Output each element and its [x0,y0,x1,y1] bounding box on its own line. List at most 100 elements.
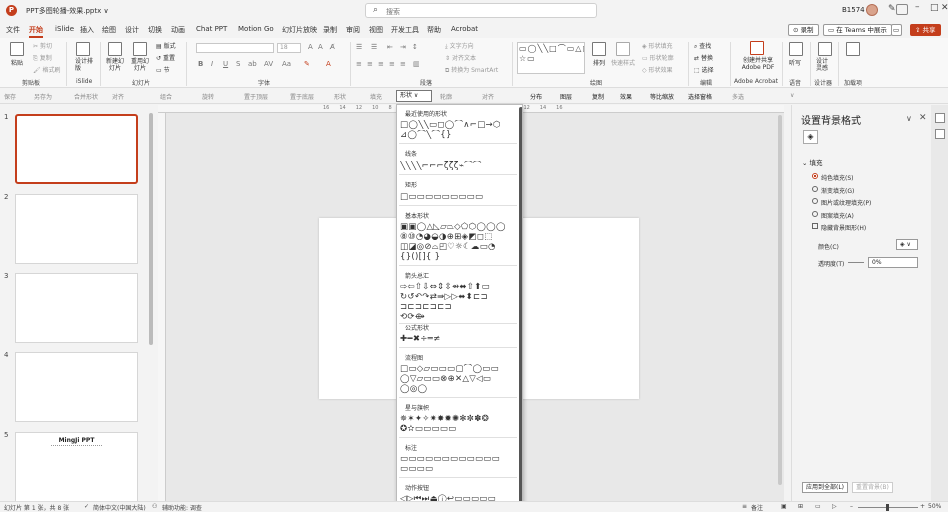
close-icon[interactable]: ✕ [919,113,927,123]
new-slide-icon[interactable] [108,42,122,56]
pen-icon[interactable]: ✎ [888,4,896,14]
font-color-icon[interactable]: A [326,60,331,68]
picture-fill-option[interactable]: 图片或纹理填充(P) [812,198,871,207]
notes-button[interactable]: 备注 [751,503,763,512]
shape-row[interactable]: ⊿◯⌒╲⌒{} [400,130,517,140]
design-layout-icon[interactable] [76,42,90,56]
shape-row[interactable]: {}()[]{ } [400,252,517,262]
shape-outline-button[interactable]: ▭ 形状轮廓 [642,53,674,62]
reading-view-icon[interactable]: ▭ [815,503,821,510]
slide-sorter-icon[interactable]: ⊞ [798,503,803,510]
quick-tool[interactable]: 置于顶层 [244,92,268,101]
bullets-icon[interactable]: ☰ [356,43,362,51]
section-button[interactable]: ▭ 节 [156,65,170,74]
shapes-dropdown-button[interactable]: 形状 ∨ [396,90,432,102]
shape-row[interactable]: ◯◎◯ [400,384,517,394]
char-spacing-icon[interactable]: AV [264,60,273,68]
shadow-icon[interactable]: S [236,60,240,68]
quick-tool[interactable]: 多选 [732,92,744,101]
change-case-icon[interactable]: Aa [282,60,291,68]
shape-row[interactable]: ⊐⊏⊐⊏⊐⊏⊐ [400,302,517,312]
hide-bg-graphics-checkbox[interactable]: 隐藏背景图形(H) [812,223,866,232]
zoom-level[interactable]: 50% [928,503,941,510]
replace-button[interactable]: ⇄ 替换 [694,53,713,62]
shape-row[interactable]: ⑧⑩◔◕◒◑⊕⊞◈◩◻⬚ [400,232,517,242]
smartart-button[interactable]: ⧉ 转换为 SmartArt [445,65,498,75]
tab-acrobat[interactable]: Acrobat [451,25,478,33]
color-picker-button[interactable]: ◈ ∨ [896,239,918,250]
align-left-icon[interactable]: ≡ [356,60,362,68]
tab-help[interactable]: 帮助 [427,25,441,35]
align-center-icon[interactable]: ≡ [367,60,373,68]
new-slide-label[interactable]: 新建幻灯片 [104,58,126,72]
tab-animations[interactable]: 动画 [171,25,185,35]
spellcheck-icon[interactable]: ✓ [84,503,89,510]
shape-row[interactable]: ▭▭▭▭▭▭▭▭▭▭▭▭ [400,454,517,464]
text-direction-button[interactable]: ⤓ 文字方向 [445,41,474,51]
arrange-label[interactable]: 排列 [593,58,605,67]
quick-tool[interactable]: 等比缩放 [650,92,674,101]
select-button[interactable]: ⬚ 选择 [694,65,714,74]
underline-icon[interactable]: U [223,60,228,68]
shape-row[interactable]: □▭◇▱▭▭▭▢⌒◯▭▭ [400,364,517,374]
document-title[interactable]: PPT多图轮播-效果.pptx ∨ [26,6,109,16]
close-icon[interactable]: ✕ [941,3,948,13]
quick-tool[interactable]: 图层 [560,92,572,101]
avatar[interactable] [866,4,878,16]
shape-row[interactable]: ⇨⇦⇧⇩⇔⇕⇳⇴⬌⇧⬆▭ [400,282,517,292]
design-layout-label[interactable]: 设计排版 [75,58,95,72]
tab-file[interactable]: 文件 [6,25,20,35]
shape-effects-button[interactable]: ◇ 形状效果 [642,65,673,74]
minimize-icon[interactable]: – [915,2,920,12]
transparency-input[interactable]: 0% [868,257,918,268]
gradient-fill-option[interactable]: 渐变填充(G) [812,186,854,195]
paste-icon[interactable] [10,42,24,56]
comments-button[interactable]: ▭ [891,24,902,36]
strikethrough-icon[interactable]: ab [248,60,257,68]
tab-record[interactable]: 录制 [323,25,337,35]
adobe-share-label[interactable]: 创建并共享 Adobe PDF [738,57,778,71]
ribbon-display-icon[interactable] [896,4,908,15]
shape-row[interactable]: ↻↺↶↷⇄⇛▷▷⬌⬍⊏⊐ [400,292,517,302]
share-button[interactable]: ⇪ 共享 [910,24,941,36]
thumbnails-scrollbar[interactable] [149,113,153,345]
apply-to-all-button[interactable]: 应用到全部(L) [802,482,849,493]
normal-view-icon[interactable]: ▣ [781,503,787,510]
quick-tool[interactable]: 对齐 [112,92,124,101]
tab-draw[interactable]: 绘图 [102,25,116,35]
adobe-pdf-icon[interactable] [750,41,764,55]
slide-thumbnail-4[interactable] [15,352,138,422]
addin-icon[interactable] [846,42,860,56]
paste-label[interactable]: 粘贴 [11,58,23,67]
shape-row[interactable]: ⟲⟳⟴ [400,312,517,322]
shape-row[interactable]: ◯▽▱▭▭⊗⊕✕△▽◁▭ [400,374,517,384]
quick-styles-label[interactable]: 快速样式 [611,58,635,67]
tab-motiongo[interactable]: Motion Go [238,25,274,33]
canvas-scrollbar[interactable] [778,115,782,485]
transparency-slider[interactable] [848,262,864,263]
slide-thumbnail-2[interactable] [15,194,138,264]
layout-button[interactable]: ▤ 版式 [156,41,176,50]
numbering-icon[interactable]: ☰ [371,43,377,51]
shapes-menu-scrollbar[interactable] [519,107,522,505]
columns-icon[interactable]: ▥ [413,60,420,68]
zoom-in-icon[interactable]: + [920,503,925,510]
tab-insert[interactable]: 插入 [80,25,94,35]
designer-icon[interactable] [818,42,832,56]
quick-tool[interactable]: 组合 [160,92,172,101]
shape-row[interactable]: □◯╲╲▭◻◯⌒∧⌐□→⬡ [400,120,517,130]
search-input[interactable]: ⌕ 搜索 [365,3,597,18]
maximize-icon[interactable]: □ [930,3,939,13]
find-button[interactable]: ⌕ 查找 [694,41,711,51]
shape-fill-button[interactable]: ◈ 形状填充 [642,41,673,50]
quick-tool[interactable]: 选择窗格 [688,92,712,101]
tab-review[interactable]: 审阅 [346,25,360,35]
bold-icon[interactable]: B [198,60,203,68]
fill-bucket-icon[interactable]: ◈ [803,130,818,144]
cut-button[interactable]: ✂ 剪切 [33,41,52,50]
shape-row[interactable]: □▭▭▭▭▭▭▭▭▭ [400,192,517,202]
quick-tool[interactable]: 旋转 [202,92,214,101]
tab-slideshow[interactable]: 幻灯片放映 [282,25,317,35]
shapes-gallery[interactable]: ▭◯╲╲□⌒▭△◻◇⇨⇩○△{}☆▭ [517,42,585,74]
quick-tool[interactable]: 形状 [334,92,346,101]
